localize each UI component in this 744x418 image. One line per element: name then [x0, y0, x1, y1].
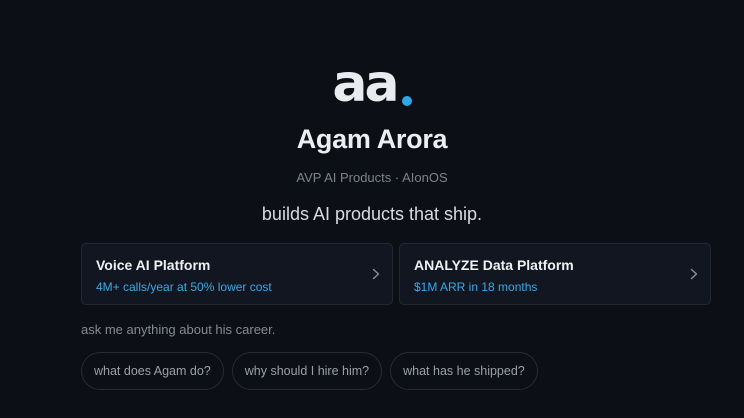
card-title: ANALYZE Data Platform	[414, 257, 574, 273]
project-card-analyze[interactable]: ANALYZE Data Platform $1M ARR in 18 mont…	[399, 243, 711, 305]
card-subtitle: 4M+ calls/year at 50% lower cost	[96, 280, 272, 294]
logo-text: aa	[332, 54, 399, 114]
card-title: Voice AI Platform	[96, 257, 211, 273]
logo: aa	[0, 58, 744, 110]
logo-dot	[401, 96, 412, 106]
logo-mark: aa	[332, 54, 412, 114]
suggestion-chip[interactable]: what does Agam do?	[81, 352, 224, 390]
chevron-right-icon	[690, 268, 698, 280]
suggestion-chips: what does Agam do? why should I hire him…	[81, 352, 538, 390]
landing-page: aa Agam Arora AVP AI Products · AIonOS b…	[0, 0, 744, 418]
chevron-right-icon	[372, 268, 380, 280]
suggestion-chip[interactable]: why should I hire him?	[231, 352, 383, 390]
profile-tagline: builds AI products that ship.	[261, 204, 483, 224]
card-subtitle: $1M ARR in 18 months	[414, 280, 538, 294]
profile-role: AVP AI Products · AIonOS	[296, 170, 448, 185]
profile-name: Agam Arora	[296, 124, 448, 154]
suggestion-chip[interactable]: what has he shipped?	[390, 352, 538, 390]
chat-prompt: ask me anything about his career.	[81, 322, 276, 337]
project-card-voice-ai[interactable]: Voice AI Platform 4M+ calls/year at 50% …	[81, 243, 393, 305]
